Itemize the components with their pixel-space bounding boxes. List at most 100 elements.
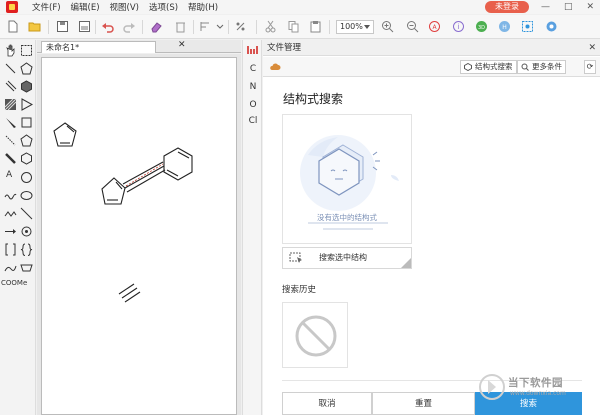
document-tabs: 未命名1* ✕ — [37, 40, 274, 53]
dash-bond-icon[interactable] — [4, 134, 17, 147]
wedge-bond-icon[interactable] — [4, 116, 17, 129]
tab-structure-search[interactable]: 结构式搜索 — [460, 60, 517, 74]
toolbar-divider — [95, 20, 96, 34]
zoom-in-icon[interactable] — [381, 20, 394, 33]
align-icon[interactable] — [199, 20, 212, 33]
circle-icon[interactable] — [20, 171, 33, 184]
hexagon-filled-icon[interactable] — [20, 80, 33, 93]
pentagon-icon[interactable] — [20, 62, 33, 75]
drawing-canvas[interactable] — [41, 57, 237, 415]
search-selected-button[interactable]: 搜索选中结构 — [282, 247, 412, 269]
cloud-icon[interactable] — [269, 62, 281, 71]
select-icon[interactable] — [521, 20, 534, 33]
ellipse-icon[interactable] — [20, 189, 33, 202]
line-tool-icon[interactable] — [20, 207, 33, 220]
history-label: 搜索历史 — [282, 285, 317, 295]
login-button[interactable]: 未登录 — [485, 1, 529, 13]
square-icon[interactable] — [20, 116, 33, 129]
cut-icon[interactable] — [264, 20, 277, 33]
save-icon[interactable] — [56, 20, 69, 33]
svg-text:A: A — [432, 24, 437, 31]
hatched-bond-icon[interactable] — [4, 98, 17, 111]
lasso-select-icon[interactable] — [20, 44, 33, 57]
bold-bond-icon[interactable] — [4, 152, 17, 165]
tab-more-conditions-label: 更多条件 — [532, 62, 562, 71]
tool-palette: A COOMe — [0, 40, 36, 415]
element-o[interactable]: O — [243, 100, 263, 110]
tab-structure-search-label: 结构式搜索 — [475, 62, 513, 71]
minimize-button[interactable]: — — [541, 2, 550, 12]
element-c[interactable]: C — [243, 64, 263, 74]
arrow-icon[interactable] — [4, 225, 17, 238]
zoom-fit-icon[interactable]: A — [428, 20, 441, 33]
menu-edit[interactable]: 编辑(E) — [71, 1, 100, 13]
svg-text:i: i — [458, 23, 460, 31]
svg-text:H: H — [502, 24, 507, 31]
tab-document[interactable]: 未命名1* — [41, 41, 156, 53]
3d-icon[interactable]: 3D — [475, 20, 488, 33]
chain-icon[interactable] — [4, 207, 17, 220]
menu-view[interactable]: 视图(V) — [110, 1, 139, 13]
menu-bar: 文件(F) 编辑(E) 视图(V) 选项(S) 帮助(H) 未登录 — □ ✕ — [0, 0, 600, 14]
bracket-icon[interactable] — [4, 243, 17, 256]
menu-help[interactable]: 帮助(H) — [188, 1, 218, 13]
shape-icon[interactable] — [20, 261, 33, 274]
close-window-button[interactable]: ✕ — [586, 2, 594, 12]
new-file-icon[interactable] — [6, 20, 19, 33]
toolbar-divider — [142, 20, 143, 34]
history-empty — [282, 302, 348, 368]
wavy-bond-icon[interactable] — [4, 189, 17, 202]
save-all-icon[interactable] — [78, 20, 91, 33]
panel-header: 文件管理 ✕ — [263, 40, 600, 56]
close-panel-icon[interactable]: ✕ — [588, 40, 596, 56]
periodic-table-icon[interactable] — [247, 44, 258, 54]
cancel-button[interactable]: 取消 — [282, 392, 372, 415]
structure-preview: 没有选中的结构式 — [282, 114, 412, 244]
close-tab-icon[interactable]: ✕ — [178, 40, 186, 50]
search-icon — [521, 63, 529, 71]
triangle-icon[interactable] — [20, 98, 33, 111]
open-folder-icon[interactable] — [28, 20, 41, 33]
single-bond-icon[interactable] — [4, 62, 17, 75]
toolbar: 100% A i 3D H — [0, 15, 600, 39]
zoom-select[interactable]: 100% — [336, 20, 374, 34]
copy-icon[interactable] — [287, 20, 300, 33]
refresh-icon[interactable]: ⟳ — [584, 60, 596, 74]
coome-label[interactable]: COOMe — [1, 279, 27, 287]
paste-icon[interactable] — [309, 20, 322, 33]
hexagon-icon[interactable] — [20, 152, 33, 165]
tab-more-conditions[interactable]: 更多条件 — [517, 60, 566, 74]
text-tool[interactable]: A — [6, 170, 12, 180]
window-controls: — □ ✕ — [541, 0, 594, 14]
watermark-text: 当下软件园 — [508, 377, 563, 389]
molecule-drawing — [53, 122, 193, 303]
section-title: 结构式搜索 — [283, 92, 344, 106]
menu-file[interactable]: 文件(F) — [32, 1, 61, 13]
chevron-down-icon[interactable] — [214, 20, 227, 33]
flip-icon[interactable] — [234, 20, 247, 33]
menu-options[interactable]: 选项(S) — [149, 1, 178, 13]
element-cl[interactable]: Cl — [243, 116, 263, 126]
eraser-icon[interactable] — [150, 20, 163, 33]
double-bond-icon[interactable] — [4, 80, 17, 93]
toolbar-divider — [228, 20, 229, 34]
h-icon[interactable]: H — [498, 20, 511, 33]
zoom-value: 100% — [340, 22, 363, 31]
zoom-out-icon[interactable] — [406, 20, 419, 33]
svg-text:3D: 3D — [478, 25, 485, 31]
element-n[interactable]: N — [243, 82, 263, 92]
undo-icon[interactable] — [101, 20, 114, 33]
empty-structure-illustration — [300, 135, 399, 230]
delete-icon[interactable] — [174, 20, 187, 33]
pentagon-outline-icon[interactable] — [20, 134, 33, 147]
reset-button[interactable]: 重置 — [372, 392, 475, 415]
structure-icon — [464, 63, 472, 71]
redo-icon[interactable] — [123, 20, 136, 33]
info-icon[interactable]: i — [452, 20, 465, 33]
charge-icon[interactable] — [20, 225, 33, 238]
hand-icon[interactable] — [4, 44, 17, 57]
brace-icon[interactable] — [20, 243, 33, 256]
template-icon[interactable] — [4, 261, 17, 274]
maximize-button[interactable]: □ — [564, 2, 573, 12]
settings-icon[interactable] — [545, 20, 558, 33]
